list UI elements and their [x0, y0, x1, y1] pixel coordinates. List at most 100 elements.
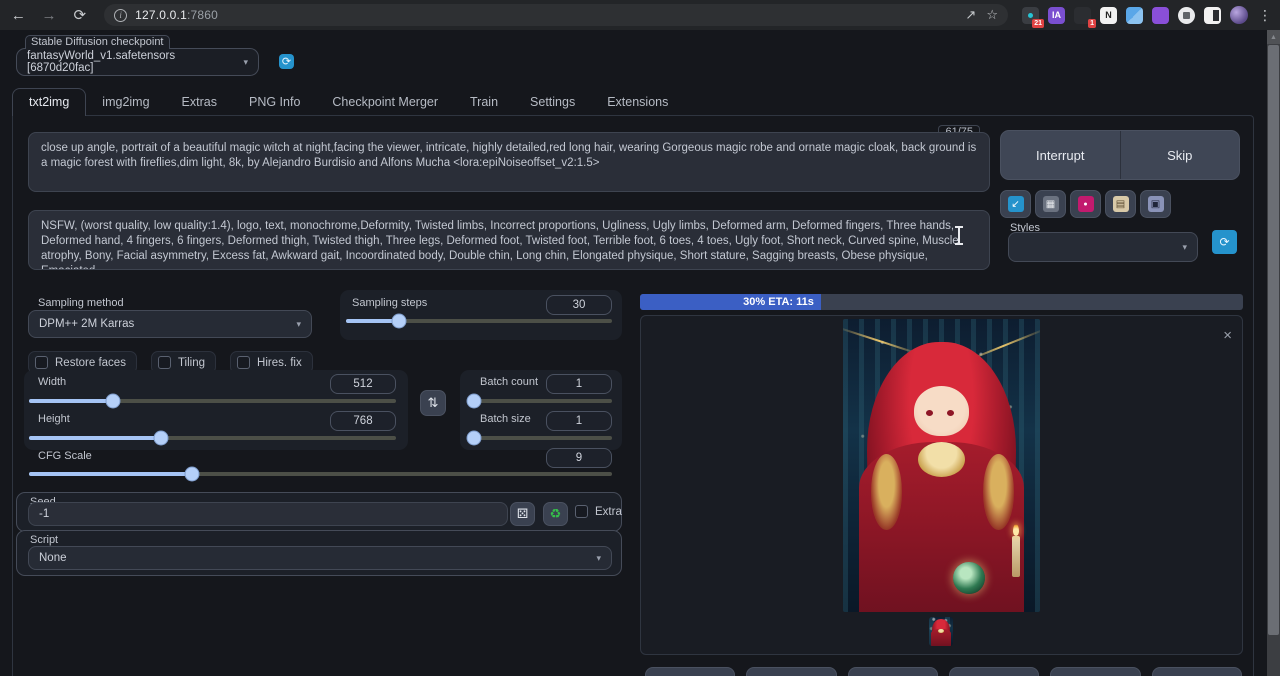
slider-handle[interactable] — [107, 395, 120, 408]
forward-icon[interactable]: → — [37, 2, 62, 28]
swap-dimensions-button[interactable]: ⇅ — [420, 390, 446, 416]
batch-count-slider[interactable] — [468, 399, 612, 403]
interrupt-skip-group: Interrupt Skip — [1000, 130, 1240, 180]
batch-count-input[interactable]: 1 — [546, 374, 612, 394]
progress-fill: 30% ETA: 11s — [640, 294, 821, 310]
extension-badge: 21 — [1032, 19, 1044, 28]
tab-png-info[interactable]: PNG Info — [233, 89, 316, 116]
seed-input[interactable]: -1 — [28, 502, 508, 526]
extra-networks-button[interactable]: ● — [1070, 190, 1101, 218]
skip-button[interactable]: Skip — [1121, 131, 1240, 179]
address-bar[interactable]: i 127.0.0.1:7860 ↗ ☆ — [104, 4, 1008, 26]
back-icon[interactable]: ← — [6, 2, 31, 28]
tab-img2img[interactable]: img2img — [86, 89, 165, 116]
gallery-action-button[interactable] — [746, 667, 836, 676]
hires-fix-label: Hires. fix — [257, 357, 302, 369]
sampling-steps-label: Sampling steps — [352, 297, 427, 309]
sampling-steps-slider[interactable] — [346, 319, 612, 323]
tab-extensions[interactable]: Extensions — [591, 89, 684, 116]
gallery-action-button[interactable] — [1152, 667, 1242, 676]
extension-icon-calendar[interactable]: 21 — [1022, 7, 1039, 24]
url-text: 127.0.0.1:7860 — [135, 8, 218, 22]
checkpoint-dropdown[interactable]: fantasyWorld_v1.safetensors [6870d20fac]… — [17, 49, 258, 75]
slider-handle[interactable] — [393, 315, 406, 328]
random-seed-dice-button[interactable]: ⚄ — [510, 502, 535, 526]
page-info-icon[interactable]: i — [114, 9, 127, 22]
extension-badge: 1 — [1088, 19, 1096, 28]
width-slider[interactable] — [29, 399, 396, 403]
scrollbar-up-icon[interactable]: ▲ — [1267, 30, 1280, 44]
reuse-seed-recycle-button[interactable]: ♻ — [543, 502, 568, 526]
checkbox-icon — [575, 505, 588, 518]
tab-settings[interactable]: Settings — [514, 89, 591, 116]
script-value: None — [39, 552, 67, 564]
page-scrollbar[interactable]: ▲ — [1267, 30, 1280, 676]
height-slider[interactable] — [29, 436, 396, 440]
tiling-label: Tiling — [178, 357, 205, 369]
slider-handle[interactable] — [467, 395, 480, 408]
progress-bar: 30% ETA: 11s — [640, 294, 1243, 310]
scrollbar-thumb[interactable] — [1268, 45, 1279, 635]
text-cursor — [953, 226, 965, 245]
reload-icon[interactable]: ⟳ — [67, 2, 92, 28]
tab-bar: txt2img img2img Extras PNG Info Checkpoi… — [12, 90, 1254, 116]
tab-train[interactable]: Train — [454, 89, 514, 116]
tab-txt2img[interactable]: txt2img — [12, 88, 86, 116]
slider-handle[interactable] — [155, 432, 168, 445]
browser-toolbar: ← → ⟳ i 127.0.0.1:7860 ↗ ☆ 21 IA 1 N ⋮ — [0, 0, 1280, 30]
extension-icon-ia[interactable]: IA — [1048, 7, 1065, 24]
url-port: :7860 — [187, 8, 218, 22]
interrupt-button[interactable]: Interrupt — [1001, 131, 1120, 179]
gallery-action-button[interactable] — [848, 667, 938, 676]
extra-networks-card-icon: ● — [1078, 196, 1094, 212]
styles-refresh-button[interactable]: ⟳ — [1212, 230, 1237, 254]
batch-size-input[interactable]: 1 — [546, 411, 612, 431]
prompt-textarea[interactable]: close up angle, portrait of a beautiful … — [28, 132, 990, 192]
cfg-scale-input[interactable]: 9 — [546, 448, 612, 468]
clear-prompt-trash-button[interactable]: ▦ — [1035, 190, 1066, 218]
extension-icon-blue[interactable] — [1126, 7, 1143, 24]
batch-size-slider[interactable] — [468, 436, 612, 440]
progress-text: 30% ETA: 11s — [743, 296, 814, 308]
generated-image-preview[interactable] — [843, 319, 1040, 612]
checkpoint-refresh-button[interactable]: ⟳ — [279, 54, 294, 69]
sidebar-toggle-icon[interactable] — [1204, 7, 1221, 24]
puzzle-extensions-icon[interactable] — [1178, 7, 1195, 24]
negative-prompt-textarea[interactable]: NSFW, (worst quality, low quality:1.4), … — [28, 210, 990, 270]
sampling-method-dropdown[interactable]: DPM++ 2M Karras ▾ — [28, 310, 312, 338]
tab-extras[interactable]: Extras — [166, 89, 233, 116]
browser-menu-icon[interactable]: ⋮ — [1258, 7, 1272, 24]
profile-avatar[interactable] — [1230, 6, 1248, 24]
gallery-action-button[interactable] — [949, 667, 1039, 676]
extensions-row: 21 IA 1 N — [1022, 6, 1248, 24]
slider-handle[interactable] — [186, 468, 199, 481]
seed-extra-checkbox[interactable]: Extra — [575, 505, 622, 518]
apply-style-button[interactable]: ▤ — [1105, 190, 1136, 218]
paste-arrow-icon: ↙ — [1008, 196, 1024, 212]
close-icon[interactable]: × — [1223, 328, 1232, 343]
save-style-button[interactable]: ▣ — [1140, 190, 1171, 218]
tab-checkpoint-merger[interactable]: Checkpoint Merger — [316, 89, 454, 116]
gallery-action-button[interactable] — [1050, 667, 1140, 676]
cfg-scale-slider[interactable] — [29, 472, 612, 476]
styles-dropdown[interactable]: ▾ — [1008, 232, 1198, 262]
script-dropdown[interactable]: None ▾ — [28, 546, 612, 570]
cfg-scale-label: CFG Scale — [38, 450, 92, 462]
gallery-thumbnail[interactable] — [929, 617, 953, 646]
extension-icon-onenote[interactable] — [1152, 7, 1169, 24]
paste-generation-params-button[interactable]: ↙ — [1000, 190, 1031, 218]
bookmark-star-icon[interactable]: ☆ — [986, 7, 998, 23]
share-icon[interactable]: ↗ — [965, 7, 976, 23]
clipboard-icon: ▤ — [1113, 196, 1129, 212]
sampling-steps-input[interactable]: 30 — [546, 295, 612, 315]
width-input[interactable]: 512 — [330, 374, 396, 394]
trash-icon: ▦ — [1043, 196, 1059, 212]
extension-icon-dark[interactable]: 1 — [1074, 7, 1091, 24]
checkpoint-value: fantasyWorld_v1.safetensors [6870d20fac] — [27, 50, 243, 74]
height-input[interactable]: 768 — [330, 411, 396, 431]
extension-icon-notion[interactable]: N — [1100, 7, 1117, 24]
seed-extra-label: Extra — [595, 506, 622, 518]
chevron-down-icon: ▾ — [296, 319, 301, 330]
gallery-action-button[interactable] — [645, 667, 735, 676]
slider-handle[interactable] — [467, 432, 480, 445]
